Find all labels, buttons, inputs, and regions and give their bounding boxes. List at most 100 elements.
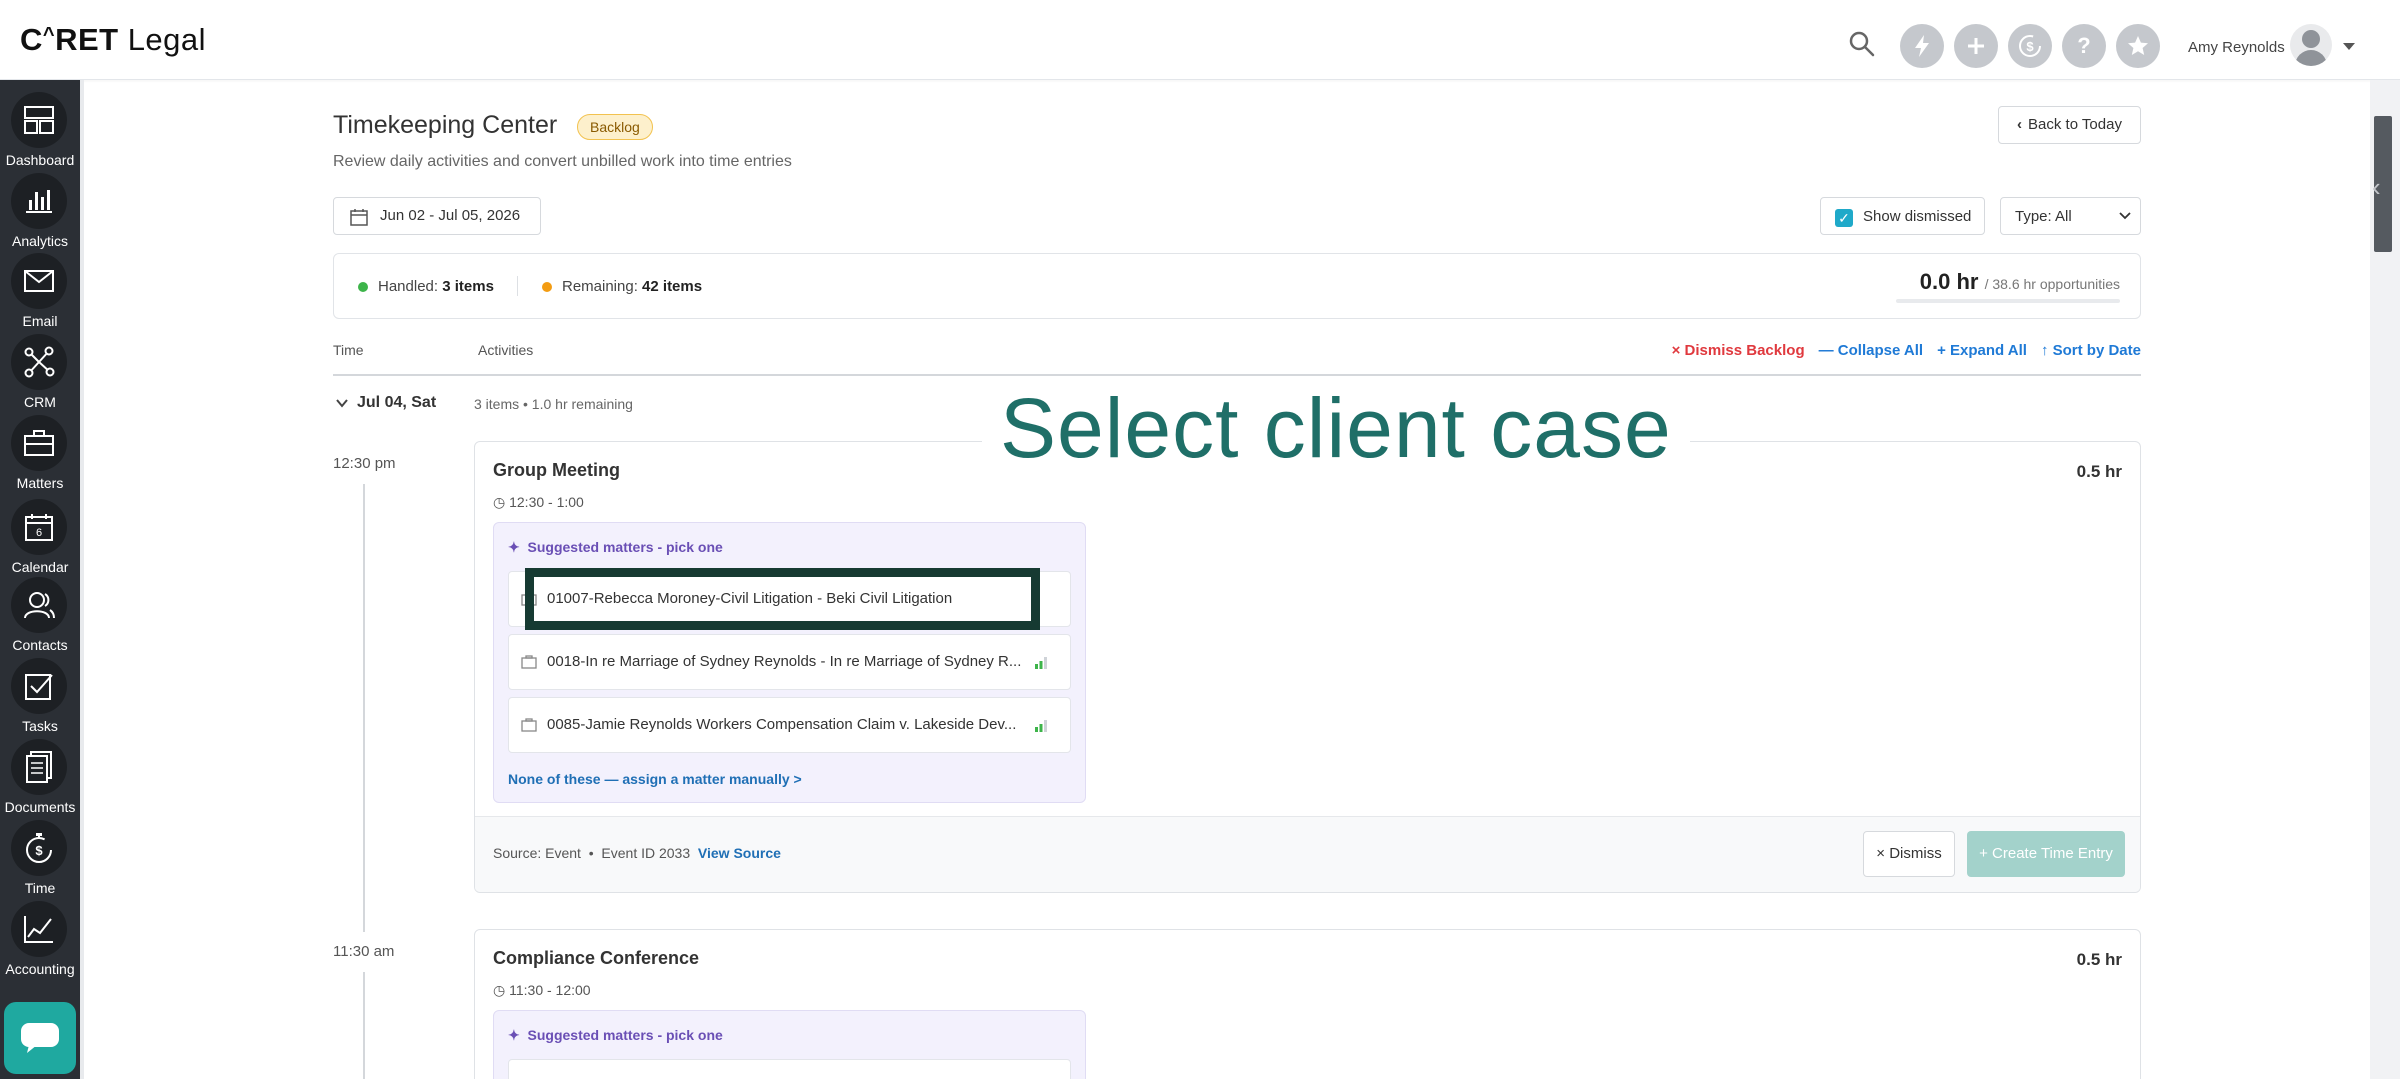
page-title: Timekeeping Center [333, 111, 558, 139]
sidebar-divider [80, 80, 84, 1079]
entry-time-label: 11:30 am [333, 943, 395, 960]
sidebar-item-contacts[interactable]: Contacts [0, 571, 80, 653]
handled-count: Handled: 3 items [378, 278, 494, 295]
question-icon[interactable]: ? [2062, 24, 2106, 68]
remaining-dot [542, 282, 552, 292]
chevron-left-icon: ‹ [2017, 116, 2023, 133]
dismiss-backlog-button[interactable]: × Dismiss Backlog [1672, 342, 1805, 359]
plus-icon[interactable] [1954, 24, 1998, 68]
status-badge: Backlog [577, 114, 653, 140]
back-to-today-button[interactable]: ‹ Back to Today [1998, 106, 2141, 144]
chat-icon [21, 1023, 59, 1053]
view-source-link[interactable]: View Source [698, 845, 781, 861]
svg-text:?: ? [2077, 34, 2090, 58]
page-subtitle: Review daily activities and convert unbi… [333, 153, 792, 170]
signal-bars-icon [1035, 720, 1047, 732]
dashboard-icon [11, 92, 67, 148]
dollar-clock-icon[interactable]: $ [2008, 24, 2052, 68]
sidebar-item-dashboard[interactable]: Dashboard [0, 86, 80, 168]
column-header-activities: Activities [478, 342, 534, 358]
network-icon [11, 334, 67, 390]
chevron-left-icon[interactable]: ‹ [2372, 172, 2381, 203]
line-chart-icon [11, 901, 67, 957]
matter-option[interactable]: 0018-In re Marriage of Sydney Reynolds -… [508, 634, 1071, 690]
activity-card: Group Meeting ◷ 12:30 - 1:00 0.5 hr ✦ Su… [474, 441, 2141, 893]
clock-icon: ◷ [493, 982, 506, 998]
svg-text:$: $ [35, 843, 43, 858]
calendar-icon [350, 209, 368, 226]
star-icon[interactable] [2116, 24, 2160, 68]
instruction-overlay: Select client case [982, 380, 1690, 477]
sidebar-item-accounting[interactable]: Accounting [0, 895, 80, 977]
checkbox[interactable]: ✓ [1835, 209, 1853, 227]
sidebar-item-crm[interactable]: CRM [0, 328, 80, 410]
sidebar-item-matters[interactable]: Matters [0, 409, 80, 491]
activity-title: Compliance Conference [493, 948, 700, 968]
entry-time-label: 12:30 pm [333, 455, 396, 472]
matter-option[interactable]: 0085-Jamie Reynolds Workers Compensation… [508, 697, 1071, 753]
chevron-down-icon[interactable] [2343, 43, 2355, 50]
activity-time-range: ◷ 11:30 - 12:00 [493, 982, 591, 998]
date-range-picker[interactable]: Jun 02 - Jul 05, 2026 [333, 197, 541, 235]
chat-button[interactable] [4, 1002, 76, 1074]
activity-card-footer: Source: Event • Event ID 2033 View Sourc… [475, 816, 2140, 892]
sidebar-item-tasks[interactable]: Tasks [0, 652, 80, 734]
activity-title: Group Meeting [493, 460, 620, 480]
hours-progress [1896, 299, 2120, 303]
briefcase-icon [521, 718, 537, 732]
app-logo[interactable]: C^RET Legal [20, 22, 206, 58]
sort-by-date-button[interactable]: ↑ Sort by Date [2041, 342, 2141, 359]
sidebar-item-documents[interactable]: Documents [0, 733, 80, 815]
remaining-count: Remaining: 42 items [562, 278, 703, 295]
chevron-down-icon[interactable] [335, 396, 349, 410]
suggested-matters-title: ✦ Suggested matters - pick one [508, 1027, 723, 1043]
day-group-label[interactable]: Jul 04, Sat [357, 394, 436, 412]
show-dismissed-toggle[interactable]: ✓ Show dismissed [1820, 197, 1985, 235]
stopwatch-icon: $ [11, 820, 67, 876]
lightning-icon[interactable] [1900, 24, 1944, 68]
suggested-matters-panel: ✦ Suggested matters - pick one [493, 1010, 1086, 1079]
timeline-line [363, 484, 365, 932]
sparkle-icon: ✦ [508, 1027, 520, 1043]
contacts-icon [11, 577, 67, 633]
sidebar-item-time[interactable]: $ Time [0, 814, 80, 896]
search-icon[interactable] [1848, 30, 1876, 58]
assign-manually-link[interactable]: None of these — assign a matter manually… [508, 771, 802, 787]
checkbox-icon [11, 658, 67, 714]
handled-dot [358, 282, 368, 292]
sidebar: Dashboard Analytics Email CRM Matters 6 … [0, 80, 80, 1079]
activity-hours: 0.5 hr [2076, 950, 2122, 969]
summary-bar: Handled: 3 items Remaining: 42 items 0.0… [333, 253, 2141, 319]
sparkle-icon: ✦ [508, 539, 520, 555]
chevron-down-icon [2119, 212, 2131, 220]
signal-bars-icon [1035, 657, 1047, 669]
activity-time-range: ◷ 12:30 - 1:00 [493, 494, 584, 510]
suggested-matters-panel: ✦ Suggested matters - pick one 01007-Reb… [493, 522, 1086, 803]
matter-option[interactable] [508, 1059, 1071, 1079]
top-header: C^RET Legal $ ? Amy Reynolds [0, 0, 2400, 80]
activity-hours: 0.5 hr [2076, 462, 2122, 481]
briefcase-icon [521, 655, 537, 669]
avatar[interactable] [2290, 24, 2332, 66]
svg-text:$: $ [2026, 39, 2034, 54]
bar-chart-icon [11, 173, 67, 229]
create-time-entry-button[interactable]: + Create Time Entry [1967, 831, 2125, 877]
document-icon [11, 739, 67, 795]
envelope-icon [11, 253, 67, 309]
dismiss-button[interactable]: × Dismiss [1863, 831, 1955, 877]
hours-total: 0.0 hr / 38.6 hr opportunities [1919, 269, 2120, 294]
bulk-actions: × Dismiss Backlog — Collapse All + Expan… [1672, 342, 2141, 359]
svg-text:6: 6 [36, 527, 42, 539]
highlight-box [525, 568, 1040, 630]
type-filter-select[interactable]: Type: All [2000, 197, 2141, 235]
sidebar-item-calendar[interactable]: 6 Calendar [0, 493, 80, 575]
activity-card: Compliance Conference ◷ 11:30 - 12:00 0.… [474, 929, 2141, 1079]
calendar-icon: 6 [11, 499, 67, 555]
briefcase-icon [11, 415, 67, 471]
timeline-line [363, 972, 365, 1079]
expand-all-button[interactable]: + Expand All [1937, 342, 2027, 359]
sidebar-item-email[interactable]: Email [0, 247, 80, 329]
sidebar-item-analytics[interactable]: Analytics [0, 167, 80, 249]
collapse-all-button[interactable]: — Collapse All [1819, 342, 1923, 359]
user-name[interactable]: Amy Reynolds [2188, 39, 2285, 56]
